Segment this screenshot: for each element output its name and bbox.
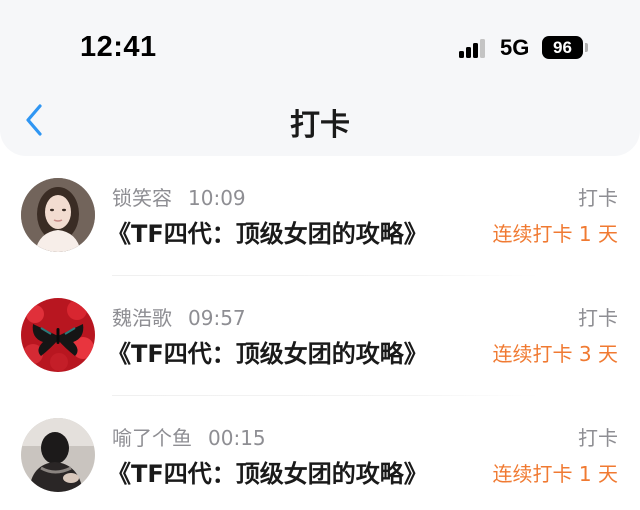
action-label: 打卡 xyxy=(578,186,618,210)
action-label: 打卡 xyxy=(578,426,618,450)
streak-label: 连续打卡 3 天 xyxy=(492,342,618,366)
user-meta: 喻了个鱼 00:15 xyxy=(112,422,266,451)
avatar[interactable] xyxy=(21,178,95,252)
username[interactable]: 魏浩歌 xyxy=(112,306,172,330)
network-type: 5G xyxy=(500,35,530,60)
username[interactable]: 锁笑容 xyxy=(112,186,172,210)
avatar[interactable] xyxy=(21,298,95,372)
action-label: 打卡 xyxy=(578,306,618,330)
user-meta: 魏浩歌 09:57 xyxy=(112,302,246,331)
checkin-row[interactable]: 魏浩歌 09:57 《TF四代：顶级女团的攻略》 打卡 连续打卡 3 天 xyxy=(0,276,640,396)
checkin-time: 00:15 xyxy=(208,426,266,450)
checkin-row[interactable]: 喻了个鱼 00:15 《TF四代：顶级女团的攻略》 打卡 连续打卡 1 天 xyxy=(0,396,640,510)
battery-level: 96 xyxy=(553,38,572,57)
user-meta: 锁笑容 10:09 xyxy=(112,182,246,211)
top-header: 12:41 5G 96 打卡 xyxy=(0,0,640,156)
book-title[interactable]: 《TF四代：顶级女团的攻略》 xyxy=(107,334,428,369)
username[interactable]: 喻了个鱼 xyxy=(112,426,192,450)
checkin-time: 09:57 xyxy=(188,306,246,330)
checkin-row[interactable]: 锁笑容 10:09 《TF四代：顶级女团的攻略》 打卡 连续打卡 1 天 xyxy=(0,156,640,276)
battery-icon: 96 xyxy=(542,36,583,59)
book-title[interactable]: 《TF四代：顶级女团的攻略》 xyxy=(107,454,428,489)
battery-tip xyxy=(585,43,588,52)
streak-label: 连续打卡 1 天 xyxy=(492,462,618,486)
status-time: 12:41 xyxy=(80,31,157,63)
cellular-signal-icon xyxy=(459,38,491,58)
avatar[interactable] xyxy=(21,418,95,492)
checkin-time: 10:09 xyxy=(188,186,246,210)
streak-label: 连续打卡 1 天 xyxy=(492,222,618,246)
book-title[interactable]: 《TF四代：顶级女团的攻略》 xyxy=(107,214,428,249)
checkin-list: 锁笑容 10:09 《TF四代：顶级女团的攻略》 打卡 连续打卡 1 天 魏浩歌 0… xyxy=(0,156,640,510)
page-title: 打卡 xyxy=(290,108,350,143)
